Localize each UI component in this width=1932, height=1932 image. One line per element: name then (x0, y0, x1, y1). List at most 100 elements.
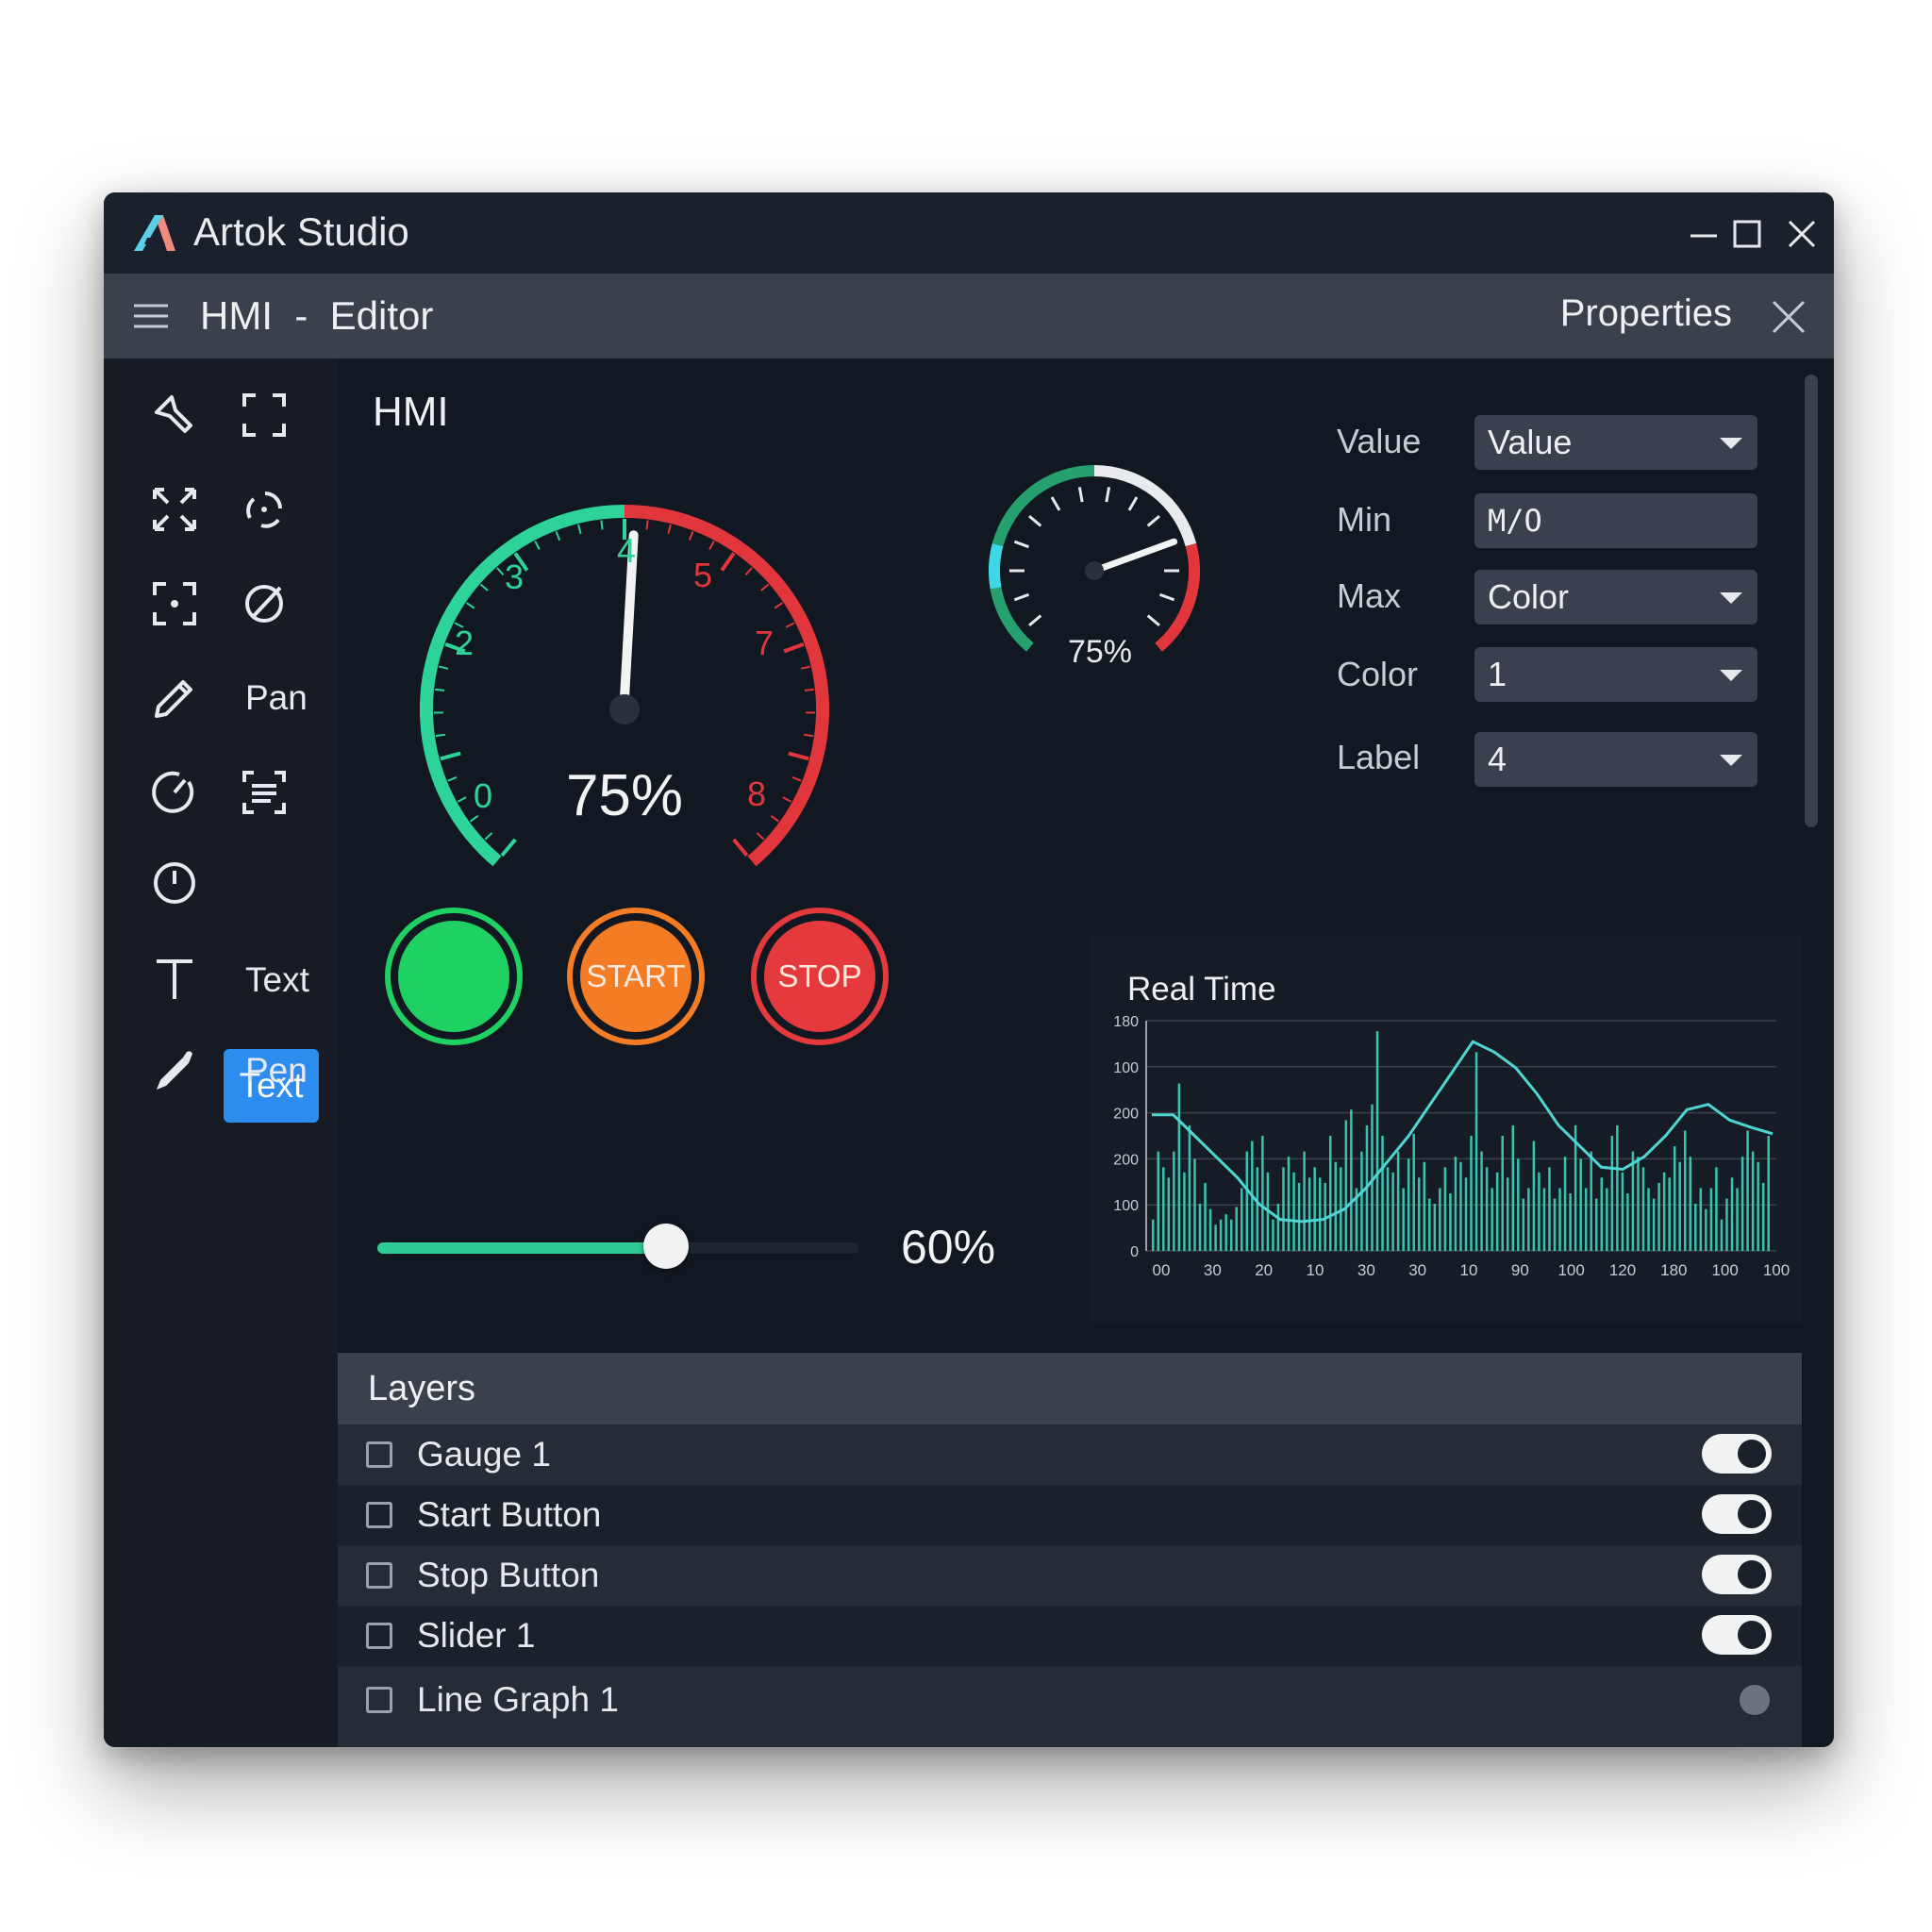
chart-bar (1517, 1158, 1520, 1251)
slider-track[interactable] (377, 1224, 858, 1269)
tool-pan-label[interactable]: Pan (245, 675, 308, 722)
tool-focus[interactable] (137, 566, 212, 641)
chart-bar (1553, 1198, 1557, 1251)
tool-clock[interactable] (137, 845, 212, 921)
tool-select[interactable] (137, 377, 212, 453)
chart-bar (1428, 1198, 1431, 1251)
properties-close-icon[interactable] (1762, 291, 1815, 343)
start-button[interactable]: START (567, 908, 705, 1045)
properties-title: Properties (1559, 292, 1732, 334)
layer-row-line-graph-1[interactable]: Line Graph 1 (338, 1666, 1802, 1747)
chart-bar (1350, 1109, 1353, 1251)
chart-bar (1412, 1133, 1415, 1251)
layer-visibility-toggle-off[interactable] (1740, 1685, 1770, 1715)
chart-x-tick-label: 30 (1357, 1261, 1375, 1279)
tool-text-label[interactable]: Text (245, 957, 309, 1004)
chart-bar (1694, 1204, 1697, 1251)
chart-bar (1542, 1188, 1546, 1251)
maximize-button[interactable] (1719, 206, 1775, 262)
main-gauge-tick-mark (555, 531, 561, 541)
prop-color-dropdown[interactable]: 1 (1474, 647, 1757, 702)
main-gauge-tick-mark (500, 838, 517, 858)
tool-text[interactable] (137, 941, 212, 1017)
chart-bar (1616, 1124, 1619, 1251)
layer-visibility-toggle[interactable] (1702, 1615, 1772, 1655)
main-gauge-tick-4: 4 (617, 531, 636, 570)
prop-min-input[interactable]: M/O (1474, 493, 1757, 548)
chart-bar (1204, 1182, 1207, 1251)
chart-bar (1433, 1204, 1437, 1251)
main-gauge-tick-mark (457, 796, 467, 803)
prop-label-color: Color (1337, 655, 1419, 693)
chart-y-tick-label: 180 (1113, 1014, 1139, 1030)
prop-label-dropdown[interactable]: 4 (1474, 732, 1757, 787)
layer-checkbox[interactable] (366, 1687, 392, 1713)
chart-bar (1689, 1157, 1692, 1251)
layer-row-start-button[interactable]: Start Button (338, 1485, 1802, 1545)
prop-max-dropdown[interactable]: Color (1474, 570, 1757, 625)
small-gauge[interactable]: 75% (924, 409, 1264, 730)
layer-checkbox[interactable] (366, 1623, 392, 1649)
chart-bar (1761, 1182, 1765, 1251)
slider-knob[interactable] (643, 1224, 689, 1269)
properties-scrollbar[interactable] (1805, 375, 1818, 827)
tool-refresh[interactable] (226, 566, 302, 641)
main-gauge-tick-8: 8 (747, 774, 766, 813)
chart-bar (1282, 1167, 1285, 1251)
chart-y-ticks: 0 100 200 200 100 180 (1113, 1014, 1139, 1260)
prop-value-text: Value (1488, 423, 1573, 461)
small-gauge-tick-mark (1077, 487, 1084, 503)
prop-value-dropdown[interactable]: Value (1474, 415, 1757, 470)
main-gauge-tick-mark (708, 541, 715, 550)
main-gauge-tick-5: 5 (693, 556, 712, 594)
chart-bar (1474, 1052, 1478, 1251)
layer-visibility-toggle[interactable] (1702, 1434, 1772, 1474)
chart-bar (1501, 1136, 1504, 1251)
tool-pen[interactable] (137, 1032, 212, 1108)
chart-bar (1751, 1151, 1755, 1251)
start-button-fill: START (580, 921, 691, 1032)
layer-checkbox[interactable] (366, 1502, 392, 1528)
tool-pen-label[interactable]: Pen (245, 1047, 308, 1094)
main-gauge-tick-mark (484, 832, 493, 841)
indicator-green-button[interactable] (385, 908, 523, 1045)
small-gauge-hub (1085, 561, 1104, 580)
slider-fill (377, 1242, 666, 1254)
indicator-green-fill (398, 921, 509, 1032)
main-gauge-tick-mark (800, 665, 811, 670)
tool-expand[interactable] (137, 472, 212, 547)
main-gauge[interactable]: 75% 0 2 3 4 5 7 8 (387, 428, 877, 881)
layer-checkbox[interactable] (366, 1562, 392, 1589)
chart-bar (1272, 1219, 1274, 1251)
tool-timer[interactable] (137, 755, 212, 830)
chart-bar (1527, 1188, 1530, 1251)
chart-bar (1631, 1151, 1635, 1251)
chart-bar (1208, 1208, 1212, 1251)
main-gauge-tick-mark (688, 531, 694, 541)
chart-bar (1579, 1158, 1582, 1251)
stop-button[interactable]: STOP (751, 908, 889, 1045)
layer-visibility-toggle[interactable] (1702, 1494, 1772, 1534)
layer-visibility-toggle[interactable] (1702, 1555, 1772, 1594)
chart-bar (1736, 1188, 1739, 1251)
prop-label-max: Max (1337, 576, 1402, 615)
tool-rotate[interactable] (226, 472, 302, 547)
chart-bar (1606, 1188, 1608, 1251)
maximize-icon (1733, 220, 1761, 248)
main-gauge-tick-2: 2 (455, 624, 474, 662)
chart-bar (1637, 1157, 1640, 1251)
layer-row-gauge-1[interactable]: Gauge 1 (338, 1424, 1802, 1485)
layer-row-stop-button[interactable]: Stop Button (338, 1545, 1802, 1606)
tool-list[interactable] (226, 755, 302, 830)
layer-row-slider-1[interactable]: Slider 1 (338, 1606, 1802, 1666)
chart-bar (1610, 1136, 1614, 1251)
chart-bar (1647, 1188, 1650, 1251)
hamburger-menu-icon[interactable] (132, 300, 170, 332)
tool-frame[interactable] (226, 377, 302, 453)
chart-bar (1303, 1151, 1306, 1251)
chart-bar (1381, 1136, 1384, 1251)
chart-bar (1307, 1177, 1311, 1251)
layer-checkbox[interactable] (366, 1441, 392, 1468)
close-window-button[interactable] (1774, 206, 1830, 262)
tool-pencil[interactable] (137, 660, 212, 736)
